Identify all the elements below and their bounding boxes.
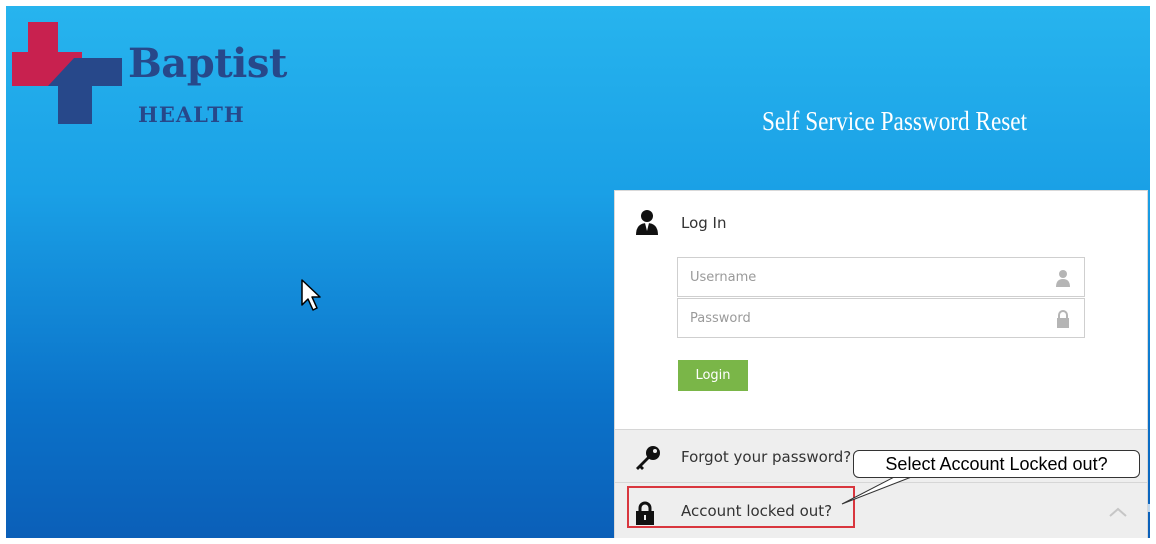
page-background: Baptist HEALTH Self Service Password Res… — [6, 6, 1150, 538]
callout-annotation: Select Account Locked out? — [853, 450, 1140, 478]
